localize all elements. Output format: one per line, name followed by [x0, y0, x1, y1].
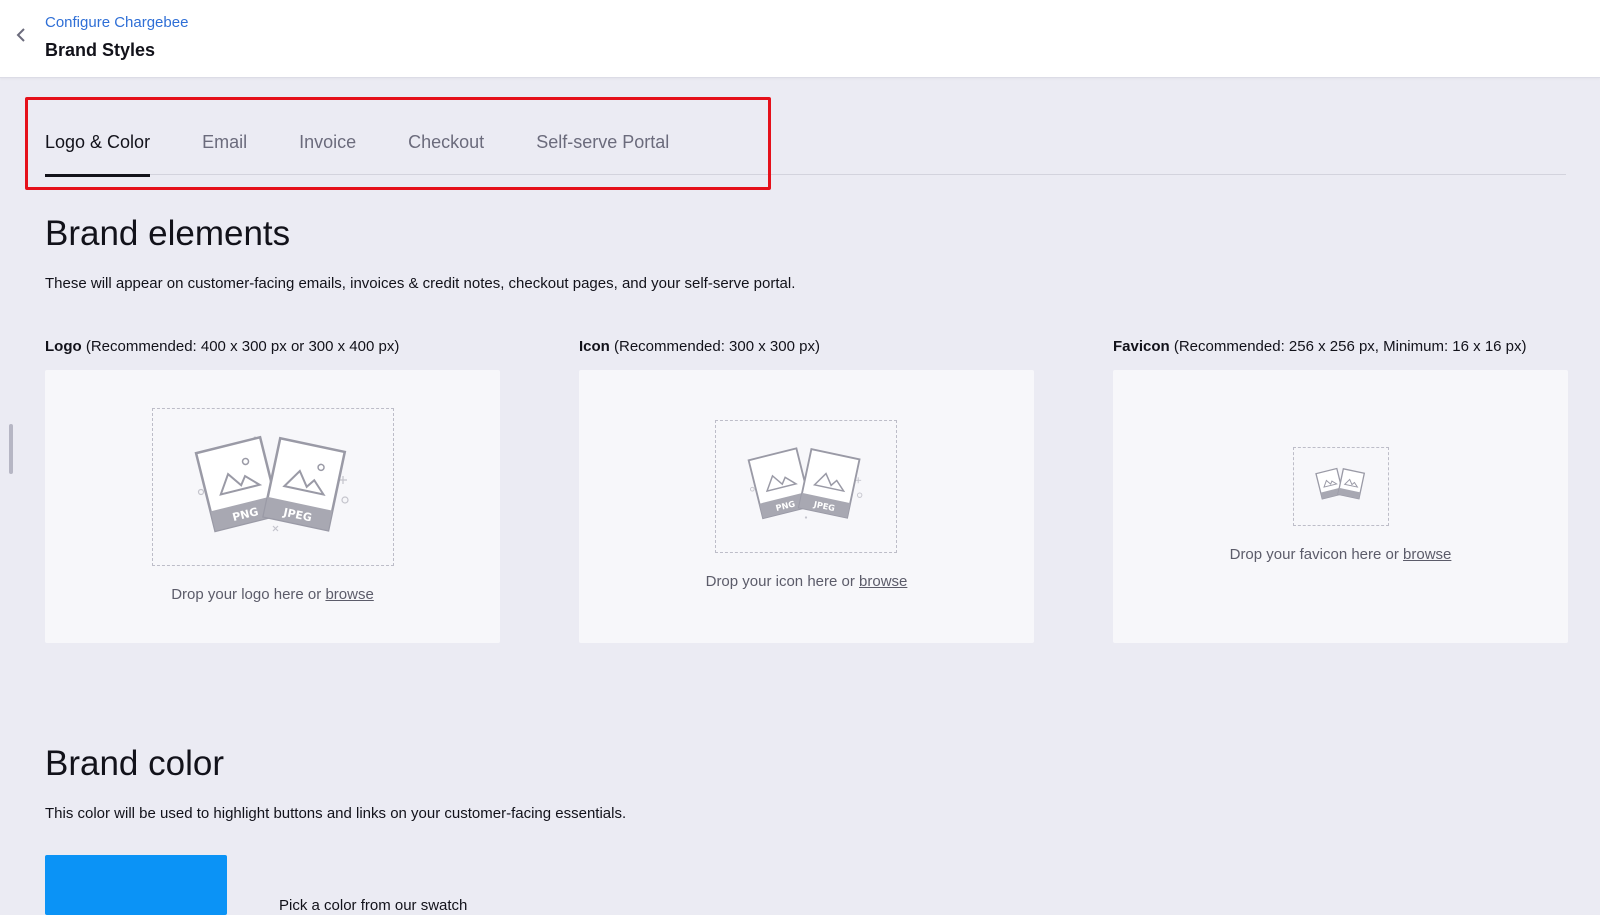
page-title: Brand Styles	[45, 40, 156, 60]
image-files-icon	[1315, 466, 1367, 507]
brand-color-description: This color will be used to highlight but…	[45, 805, 627, 822]
image-files-icon: PNG JPEG	[746, 443, 866, 530]
tab-logo-color[interactable]: Logo & Color	[29, 114, 166, 177]
icon-label: Icon (Recommended: 300 x 300 px)	[579, 338, 820, 355]
chevron-left-icon	[16, 27, 26, 47]
sidebar-resize-handle[interactable]	[9, 424, 13, 474]
favicon-upload-card[interactable]: Drop your favicon here or browse	[1113, 370, 1568, 643]
favicon-label-hint: (Recommended: 256 x 256 px, Minimum: 16 …	[1169, 338, 1527, 355]
logo-label: Logo (Recommended: 400 x 300 px or 300 x…	[45, 338, 399, 355]
logo-browse-link[interactable]: browse	[325, 586, 373, 603]
brand-elements-description: These will appear on customer-facing ema…	[45, 275, 796, 292]
brand-color-swatch[interactable]	[45, 855, 227, 915]
tab-invoice[interactable]: Invoice	[283, 114, 372, 175]
logo-upload-card[interactable]: PNG JPEG Drop your logo here or browse	[45, 370, 500, 643]
favicon-label: Favicon (Recommended: 256 x 256 px, Mini…	[1113, 338, 1527, 355]
tab-checkout[interactable]: Checkout	[392, 114, 500, 175]
favicon-drop-text: Drop your favicon here or browse	[1113, 546, 1568, 563]
brand-elements-title: Brand elements	[45, 214, 291, 253]
logo-label-hint: (Recommended: 400 x 300 px or 300 x 400 …	[81, 338, 400, 355]
icon-drop-text: Drop your icon here or browse	[579, 573, 1034, 590]
tab-email[interactable]: Email	[186, 114, 263, 175]
icon-upload-card[interactable]: PNG JPEG Drop your icon here or browse	[579, 370, 1034, 643]
breadcrumb-link[interactable]: Configure Chargebee	[45, 14, 188, 31]
icon-label-hint: (Recommended: 300 x 300 px)	[609, 338, 820, 355]
image-files-icon: PNG JPEG	[193, 430, 353, 545]
tab-self-serve-portal[interactable]: Self-serve Portal	[520, 114, 685, 175]
swatch-caption: Pick a color from our swatch	[279, 897, 468, 914]
logo-label-name: Logo	[45, 338, 82, 355]
favicon-label-name: Favicon	[1113, 338, 1170, 355]
logo-drop-instruction: Drop your logo here or	[171, 586, 326, 603]
favicon-drop-instruction: Drop your favicon here or	[1229, 546, 1404, 563]
brand-styles-tabs: Logo & Color Email Invoice Checkout Self…	[45, 114, 1566, 177]
icon-dropzone[interactable]: PNG JPEG	[715, 420, 897, 553]
logo-dropzone[interactable]: PNG JPEG	[152, 408, 394, 566]
icon-drop-instruction: Drop your icon here or	[705, 573, 860, 590]
icon-browse-link[interactable]: browse	[859, 573, 907, 590]
icon-label-name: Icon	[579, 338, 610, 355]
favicon-browse-link[interactable]: browse	[1403, 546, 1451, 563]
brand-color-title: Brand color	[45, 744, 224, 783]
favicon-dropzone[interactable]	[1293, 447, 1389, 526]
back-button[interactable]	[10, 26, 32, 48]
top-header: Configure Chargebee Brand Styles	[0, 0, 1600, 78]
logo-drop-text: Drop your logo here or browse	[45, 586, 500, 603]
